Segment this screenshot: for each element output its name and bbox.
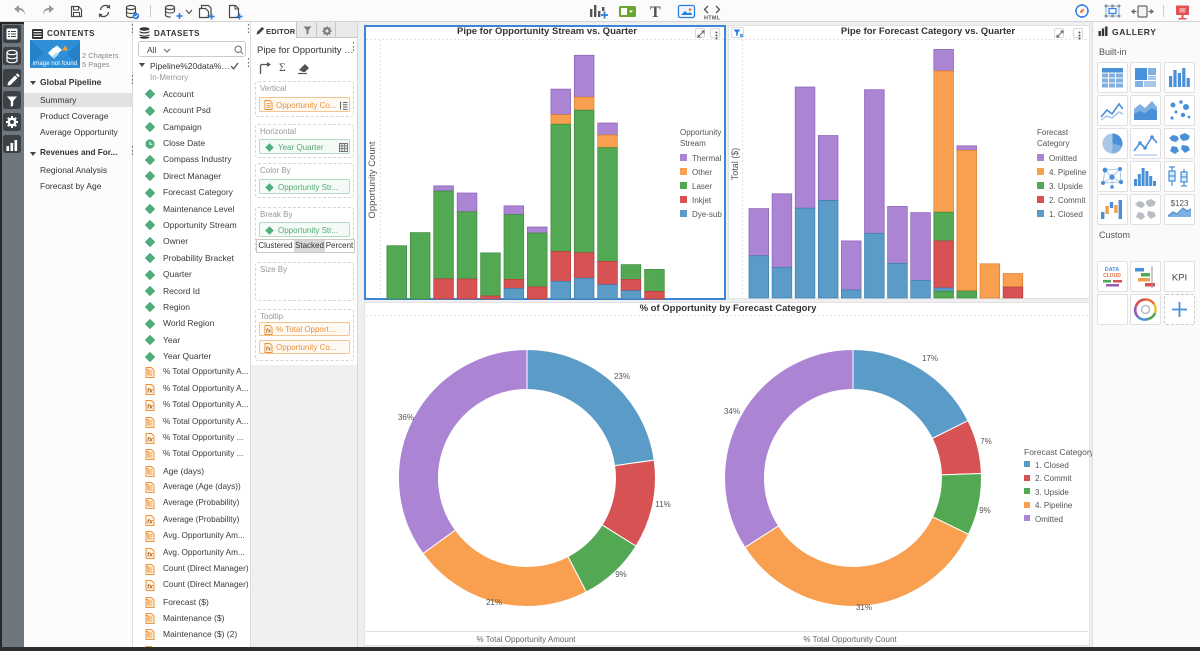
svg-text:$123: $123 [1170,199,1188,208]
svg-text:CLOUD: CLOUD [1103,273,1121,279]
svg-text:KPI: KPI [1172,272,1187,283]
